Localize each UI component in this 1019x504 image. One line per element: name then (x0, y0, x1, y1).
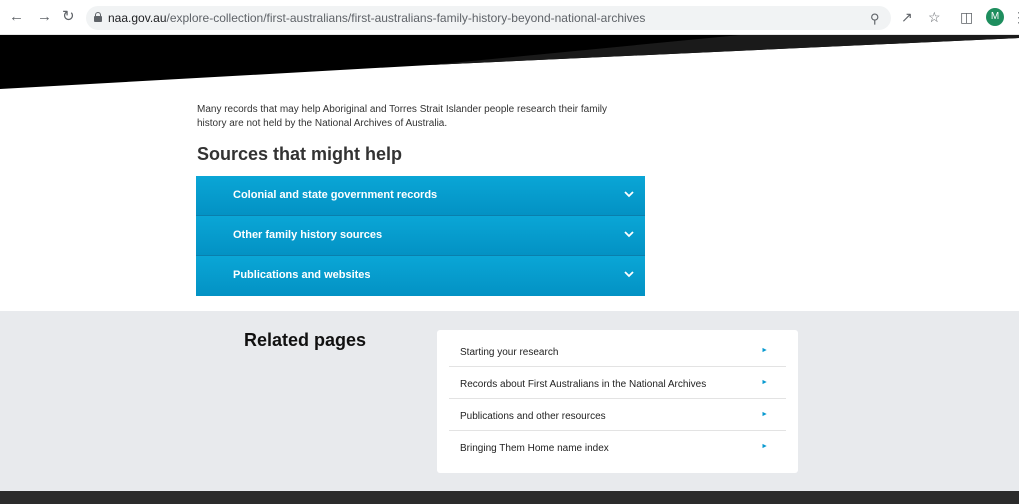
accordion-label: Other family history sources (233, 229, 383, 241)
browser-toolbar: ← → ↻ naa.gov.au/explore-collection/firs… (0, 0, 1019, 35)
chevron-down-icon (624, 191, 634, 198)
accordion-item-colonial-records[interactable]: Colonial and state government records (196, 176, 645, 216)
related-link-label: Bringing Them Home name index (460, 443, 609, 454)
accordion-label: Colonial and state government records (233, 189, 438, 201)
accordion-item-publications-websites[interactable]: Publications and websites (196, 256, 645, 296)
back-arrow-icon[interactable]: ← (9, 9, 24, 25)
related-link-bringing-them-home[interactable]: Bringing Them Home name index ► (449, 431, 786, 463)
reload-icon[interactable]: ↻ (62, 9, 75, 25)
sources-heading: Sources that might help (197, 144, 403, 164)
menu-dots-icon[interactable]: ⋮ (1012, 9, 1019, 26)
page-footer (0, 491, 1019, 504)
related-link-label: Starting your research (460, 347, 559, 358)
related-link-label: Records about First Australians in the N… (460, 379, 707, 390)
intro-text: Many records that may help Aboriginal an… (197, 104, 608, 129)
share-icon[interactable]: ↗ (901, 9, 913, 26)
sources-accordion: Colonial and state government records Ot… (196, 176, 645, 296)
profile-avatar[interactable]: M (986, 8, 1004, 26)
related-link-label: Publications and other resources (460, 411, 606, 422)
accordion-item-family-history-sources[interactable]: Other family history sources (196, 216, 645, 256)
arrow-right-icon: ► (761, 347, 768, 354)
related-link-starting-research[interactable]: Starting your research ► (449, 335, 786, 367)
related-link-publications-resources[interactable]: Publications and other resources ► (449, 399, 786, 431)
address-bar[interactable]: naa.gov.au/explore-collection/first-aust… (86, 6, 891, 30)
hero-banner (0, 35, 1019, 89)
zoom-icon[interactable]: ⚲ (870, 11, 880, 27)
bookmark-star-icon[interactable]: ☆ (928, 9, 941, 26)
lock-icon (94, 12, 102, 22)
forward-arrow-icon[interactable]: → (37, 9, 52, 25)
arrow-right-icon: ► (761, 443, 768, 450)
side-panel-icon[interactable]: ◫ (960, 9, 973, 26)
related-links-card: Starting your research ► Records about F… (437, 330, 798, 473)
url-text: naa.gov.au/explore-collection/first-aust… (108, 11, 646, 25)
chevron-down-icon (624, 271, 634, 278)
related-pages-title: Related pages (244, 330, 367, 350)
arrow-right-icon: ► (761, 411, 768, 418)
arrow-right-icon: ► (761, 379, 768, 386)
chevron-down-icon (624, 231, 634, 238)
accordion-label: Publications and websites (233, 269, 371, 281)
related-link-first-australians-records[interactable]: Records about First Australians in the N… (449, 367, 786, 399)
